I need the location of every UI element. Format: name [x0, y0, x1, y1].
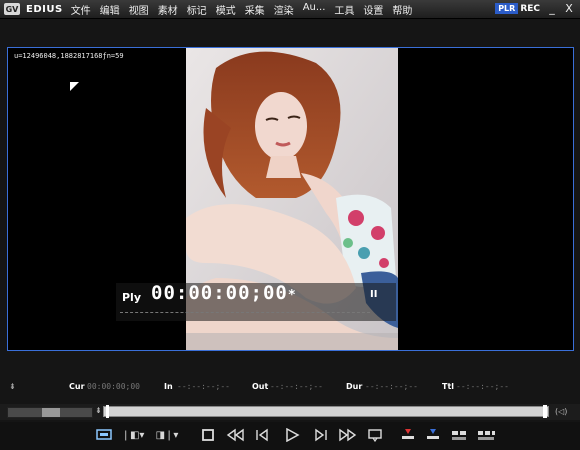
in-value: --:--:--;-- — [177, 382, 230, 391]
menu-marker[interactable]: 标记 — [187, 2, 207, 17]
player-viewer[interactable]: u=12496048,1882817168ƒn=59 Ply 00:00:00;… — [7, 47, 574, 351]
dur-value: --:--:--;-- — [365, 382, 418, 391]
ttl-value: --:--:--;-- — [456, 382, 509, 391]
loop-icon[interactable] — [366, 428, 384, 444]
mark-in-icon[interactable]: ❘◧▾ — [119, 428, 147, 444]
menu-capture[interactable]: 采集 — [245, 2, 265, 17]
stop-icon[interactable] — [199, 428, 217, 444]
menu-edit[interactable]: 编辑 — [100, 2, 120, 17]
menu-view[interactable]: 视图 — [129, 2, 149, 17]
timeline-end-marker — [543, 405, 547, 418]
step-forward-icon[interactable] — [311, 428, 331, 444]
cur-label: Cur — [69, 382, 85, 391]
menu-render[interactable]: 渲染 — [274, 2, 294, 17]
mode-switch: PLR REC — [495, 3, 540, 14]
plr-mode-button[interactable]: PLR — [495, 3, 519, 14]
ttl-label: Ttl — [442, 382, 455, 391]
timecode-flag: * — [287, 288, 297, 303]
shuttle-knob[interactable] — [42, 408, 60, 417]
timecode-value: 00:00:00;00 — [151, 282, 288, 304]
scrub-bar: ⇟ (◁) — [0, 404, 580, 420]
close-button[interactable]: X — [562, 2, 576, 15]
app-logo-icon: GV — [4, 3, 20, 15]
timecode-guide-line — [120, 312, 370, 313]
menu-settings[interactable]: 设置 — [363, 2, 383, 17]
minimize-button[interactable]: _ — [545, 2, 559, 15]
timeline-cursor[interactable] — [106, 405, 109, 418]
dur-label: Dur — [346, 382, 363, 391]
pause-indicator-icon: II — [370, 289, 378, 300]
menu-tools[interactable]: 工具 — [334, 2, 354, 17]
corner-marker-icon — [70, 82, 79, 91]
in-label: In — [164, 382, 173, 391]
app-name: EDIUS — [26, 3, 63, 15]
audio-level-icon[interactable]: (◁) — [555, 407, 567, 416]
clip-monitor-icon[interactable] — [95, 428, 113, 444]
timecode-display: 00:00:00;00* — [151, 282, 297, 304]
more-icon[interactable] — [475, 428, 497, 444]
menu-clip[interactable]: 素材 — [158, 2, 178, 17]
menu-audio[interactable]: Au... — [303, 2, 326, 17]
rec-mode-button[interactable]: REC — [520, 4, 540, 14]
insert-to-timeline-icon[interactable] — [399, 428, 417, 444]
cur-value: 00:00:00;00 — [87, 382, 140, 391]
playback-mode-label: Ply — [122, 291, 142, 304]
out-value: --:--:--;-- — [270, 382, 323, 391]
menu-file[interactable]: 文件 — [71, 2, 91, 17]
play-icon[interactable] — [283, 427, 301, 444]
rewind-icon[interactable] — [224, 428, 246, 444]
position-slider[interactable] — [103, 406, 549, 417]
coordinate-readout: u=12496048,1882817168ƒn=59 — [14, 52, 124, 60]
fast-forward-icon[interactable] — [337, 428, 359, 444]
title-bar: GV EDIUS 文件 编辑 视图 素材 标记 模式 采集 渲染 Au... 工… — [0, 0, 580, 19]
transport-bar: ❘◧▾ ◨❘▾ — [0, 422, 580, 450]
timeline-start-icon: ⇟ — [95, 406, 102, 415]
mark-out-icon[interactable]: ◨❘▾ — [153, 428, 181, 444]
export-icon[interactable] — [449, 428, 469, 444]
timecode-info-row: Cur 00:00:00;00 In --:--:--;-- Out --:--… — [0, 382, 580, 396]
menu-help[interactable]: 帮助 — [392, 2, 412, 17]
overwrite-to-timeline-icon[interactable] — [424, 428, 442, 444]
out-label: Out — [252, 382, 269, 391]
step-back-icon[interactable] — [252, 428, 272, 444]
menu-mode[interactable]: 模式 — [216, 2, 236, 17]
menu-bar: 文件 编辑 视图 素材 标记 模式 采集 渲染 Au... 工具 设置 帮助 — [71, 2, 422, 17]
shuttle-slider[interactable] — [7, 407, 93, 418]
